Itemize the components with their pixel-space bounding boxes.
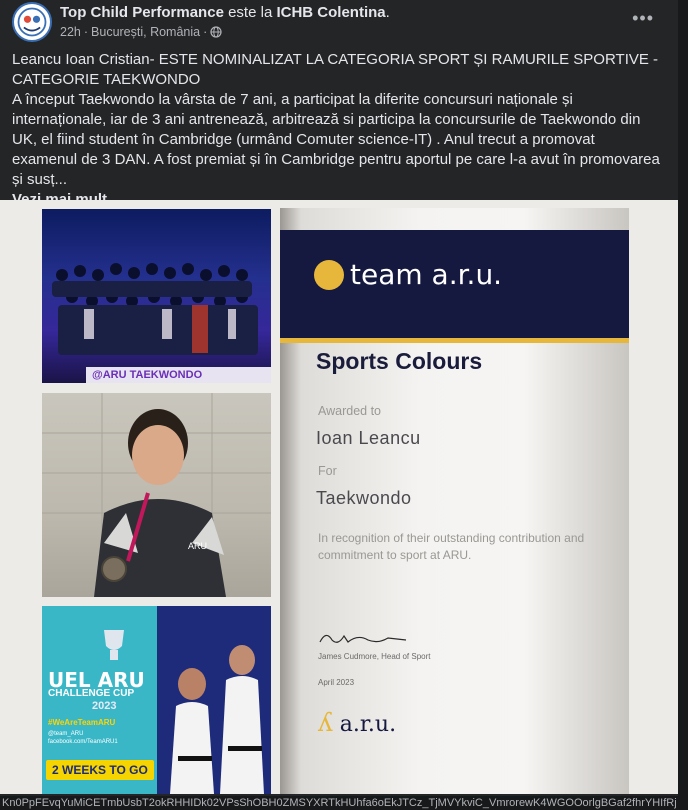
heron-icon: ʎ (318, 708, 333, 738)
post-paragraph-title: Leancu Ioan Cristian- ESTE NOMINALIZAT L… (12, 51, 659, 88)
signer-name: James Cudmore, Head of Sport (318, 652, 431, 661)
recognition-text: In recognition of their outstanding cont… (318, 531, 585, 562)
avatar-logo-icon (14, 4, 50, 40)
countdown-badge: 2 WEEKS TO GO (46, 760, 154, 780)
post-meta: 22h · București, România · (60, 25, 222, 39)
more-options-icon[interactable]: ••• (632, 8, 654, 29)
feed-post: Top Child Performance este la ICHB Colen… (0, 0, 678, 810)
social-instagram: @team_ARU (48, 731, 84, 737)
trophy-icon (104, 630, 124, 650)
post-location[interactable]: București, România (91, 25, 200, 39)
certificate-date: April 2023 (318, 678, 355, 687)
instagram-handle-label: @ARU TAEKWONDO (86, 367, 271, 383)
team-photo[interactable]: @ARU TAEKWONDO (42, 209, 271, 383)
globe-icon (210, 26, 222, 38)
meta-separator: · (83, 25, 89, 39)
post-text: Leancu Ioan Cristian- ESTE NOMINALIZAT L… (12, 50, 662, 210)
header-connector: este la (223, 4, 277, 21)
awarded-to-label: Awarded to (318, 404, 382, 418)
athlete-illustration: ARU (42, 393, 271, 597)
signature-image (319, 634, 407, 643)
sport-name: Taekwondo (316, 488, 412, 508)
poster-social-links: @team_ARU facebook.com/TeamARU1 (48, 730, 118, 746)
certificate-title: Sports Colours (316, 348, 483, 374)
certificate-gold-stripe (280, 338, 629, 343)
poster-hashtag: #WeAreTeamARU (48, 718, 116, 727)
header-dot: . (385, 4, 390, 21)
page-name-link[interactable]: Top Child Performance (60, 4, 224, 21)
team-aru-brand: team a.r.u. (350, 258, 503, 291)
social-facebook: facebook.com/TeamARU1 (48, 739, 118, 745)
page-avatar[interactable] (12, 2, 52, 42)
svg-text:ARU: ARU (188, 541, 207, 551)
status-url-bar: Kn0PpFEvqYuMiCETmbUsbT2okRHHIDk02VPsShOB… (0, 796, 688, 810)
poster-year: 2023 (92, 700, 117, 712)
for-label: For (318, 464, 337, 478)
aru-footer-text: a.r.u. (339, 712, 397, 737)
aru-footer-logo: ʎ a.r.u. (318, 708, 396, 738)
athlete-medal-photo[interactable]: ARU (42, 393, 271, 597)
crowd-illustration (52, 263, 258, 355)
awardee-name: Ioan Leancu (316, 428, 421, 448)
challenge-cup-poster[interactable]: UEL ARU CHALLENGE CUP 2023 #WeAreTeamARU… (42, 606, 271, 794)
post-media-collage[interactable]: @ARU TAEKWONDO ARU UEL ARU CHALLENGE CUP… (0, 200, 678, 794)
team-aru-logo-icon (314, 260, 344, 290)
sports-colours-certificate-photo[interactable]: team a.r.u. Sports Colours Awarded to Io… (280, 208, 629, 794)
post-time[interactable]: 22h (60, 25, 81, 39)
post-paragraph-body: A început Taekwondo la vârsta de 7 ani, … (12, 91, 660, 188)
challenge-cup-label: CHALLENGE CUP (48, 688, 135, 699)
meta-separator: · (203, 25, 208, 39)
post-header-line: Top Child Performance este la ICHB Colen… (60, 4, 390, 21)
place-link[interactable]: ICHB Colentina (276, 4, 385, 21)
